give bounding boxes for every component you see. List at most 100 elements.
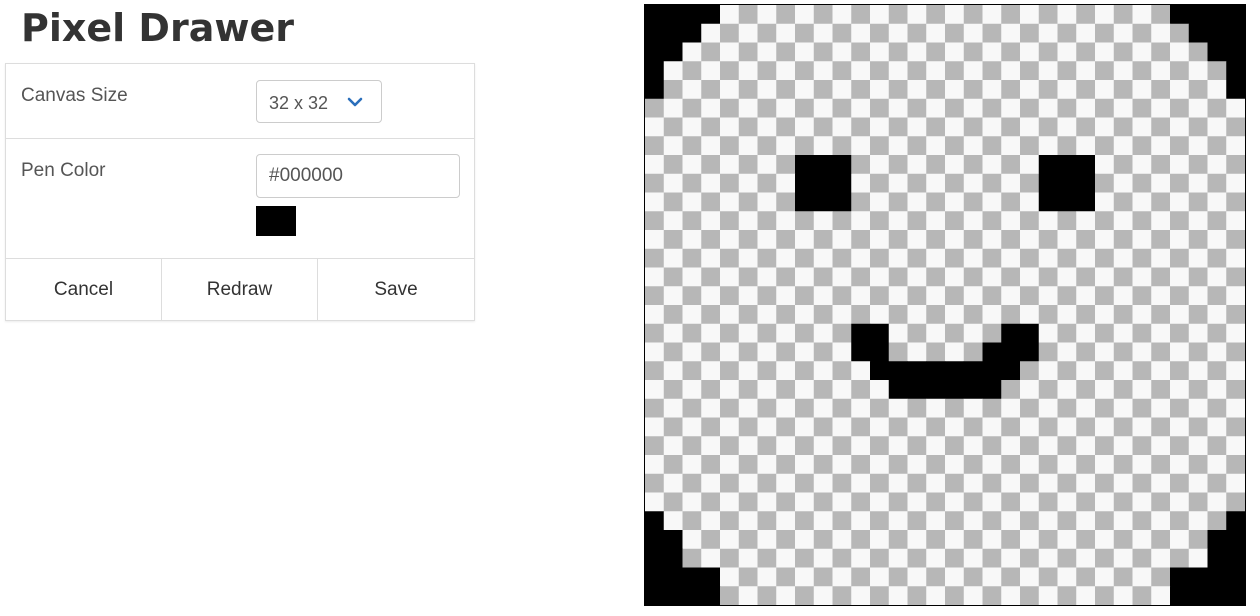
pixel-cell[interactable] <box>776 117 796 137</box>
pixel-cell[interactable] <box>832 230 852 250</box>
pixel-cell[interactable] <box>663 473 683 493</box>
pixel-cell[interactable] <box>945 211 965 231</box>
pixel-cell[interactable] <box>907 473 927 493</box>
pixel-cell[interactable] <box>663 342 683 362</box>
pixel-cell[interactable] <box>1076 380 1096 400</box>
pixel-cell[interactable] <box>1001 117 1021 137</box>
pixel-cell[interactable] <box>757 61 777 81</box>
pixel-cell[interactable] <box>720 80 740 100</box>
pixel-cell[interactable] <box>795 586 815 605</box>
pixel-cell[interactable] <box>776 98 796 118</box>
pixel-cell[interactable] <box>1020 436 1040 456</box>
pixel-cell[interactable] <box>1207 305 1227 325</box>
pixel-cell[interactable] <box>945 248 965 268</box>
pixel-cell[interactable] <box>1076 436 1096 456</box>
pixel-cell[interactable] <box>1095 342 1115 362</box>
pixel-cell[interactable] <box>776 455 796 475</box>
pixel-cell[interactable] <box>701 361 721 381</box>
pixel-cell[interactable] <box>1038 548 1058 568</box>
pixel-cell[interactable] <box>645 567 665 587</box>
pixel-cell[interactable] <box>701 155 721 175</box>
pixel-cell[interactable] <box>1170 136 1190 156</box>
pixel-cell[interactable] <box>1207 323 1227 343</box>
pixel-cell[interactable] <box>888 286 908 306</box>
pixel-cell[interactable] <box>945 23 965 43</box>
pixel-cell[interactable] <box>1057 98 1077 118</box>
pixel-cell[interactable] <box>926 5 946 25</box>
pixel-cell[interactable] <box>757 361 777 381</box>
pixel-cell[interactable] <box>776 80 796 100</box>
pixel-cell[interactable] <box>1001 80 1021 100</box>
pixel-cell[interactable] <box>907 248 927 268</box>
pixel-cell[interactable] <box>1020 286 1040 306</box>
pixel-cell[interactable] <box>870 267 890 287</box>
pixel-cell[interactable] <box>926 586 946 605</box>
pixel-cell[interactable] <box>1001 492 1021 512</box>
pixel-cell[interactable] <box>1170 211 1190 231</box>
pixel-cell[interactable] <box>645 548 665 568</box>
pixel-cell[interactable] <box>1113 80 1133 100</box>
pixel-cell[interactable] <box>776 23 796 43</box>
pixel-cell[interactable] <box>1151 23 1171 43</box>
pixel-cell[interactable] <box>1151 173 1171 193</box>
pixel-cell[interactable] <box>926 398 946 418</box>
pixel-cell[interactable] <box>795 117 815 137</box>
pixel-cell[interactable] <box>832 23 852 43</box>
pixel-cell[interactable] <box>1151 61 1171 81</box>
pixel-cell[interactable] <box>1132 248 1152 268</box>
pixel-cell[interactable] <box>832 530 852 550</box>
pixel-cell[interactable] <box>682 248 702 268</box>
pixel-cell[interactable] <box>1076 305 1096 325</box>
pixel-cell[interactable] <box>645 436 665 456</box>
pixel-cell[interactable] <box>1207 567 1227 587</box>
pixel-cell[interactable] <box>1095 23 1115 43</box>
pixel-cell[interactable] <box>1038 230 1058 250</box>
pixel-cell[interactable] <box>870 155 890 175</box>
pixel-cell[interactable] <box>645 530 665 550</box>
pixel-cell[interactable] <box>963 417 983 437</box>
pixel-cell[interactable] <box>832 155 852 175</box>
pixel-cell[interactable] <box>795 511 815 531</box>
pixel-cell[interactable] <box>757 136 777 156</box>
pixel-cell[interactable] <box>1057 155 1077 175</box>
pixel-cell[interactable] <box>907 173 927 193</box>
pixel-cell[interactable] <box>738 5 758 25</box>
pixel-cell[interactable] <box>1113 248 1133 268</box>
pixel-cell[interactable] <box>1170 492 1190 512</box>
pixel-cell[interactable] <box>888 267 908 287</box>
pixel-cell[interactable] <box>1076 417 1096 437</box>
pixel-cell[interactable] <box>720 417 740 437</box>
pixel-cell[interactable] <box>1020 173 1040 193</box>
pixel-cell[interactable] <box>870 455 890 475</box>
pixel-cell[interactable] <box>645 23 665 43</box>
pixel-cell[interactable] <box>963 342 983 362</box>
pixel-cell[interactable] <box>870 586 890 605</box>
pixel-cell[interactable] <box>776 417 796 437</box>
pixel-cell[interactable] <box>1207 342 1227 362</box>
pixel-cell[interactable] <box>1038 155 1058 175</box>
pixel-cell[interactable] <box>945 586 965 605</box>
pixel-cell[interactable] <box>795 267 815 287</box>
pixel-cell[interactable] <box>907 5 927 25</box>
pixel-cell[interactable] <box>757 455 777 475</box>
pixel-cell[interactable] <box>888 342 908 362</box>
pixel-cell[interactable] <box>1113 511 1133 531</box>
pixel-cell[interactable] <box>701 267 721 287</box>
pixel-cell[interactable] <box>663 173 683 193</box>
pixel-cell[interactable] <box>945 5 965 25</box>
pixel-cell[interactable] <box>1020 5 1040 25</box>
pixel-cell[interactable] <box>663 567 683 587</box>
pixel-cell[interactable] <box>795 455 815 475</box>
pixel-cell[interactable] <box>645 80 665 100</box>
pixel-cell[interactable] <box>757 548 777 568</box>
pixel-cell[interactable] <box>1132 586 1152 605</box>
pixel-cell[interactable] <box>1113 305 1133 325</box>
pixel-cell[interactable] <box>851 342 871 362</box>
pixel-cell[interactable] <box>663 117 683 137</box>
pixel-cell[interactable] <box>851 80 871 100</box>
pixel-cell[interactable] <box>795 192 815 212</box>
pixel-cell[interactable] <box>757 248 777 268</box>
pixel-cell[interactable] <box>945 267 965 287</box>
pixel-cell[interactable] <box>1170 305 1190 325</box>
pixel-cell[interactable] <box>645 173 665 193</box>
